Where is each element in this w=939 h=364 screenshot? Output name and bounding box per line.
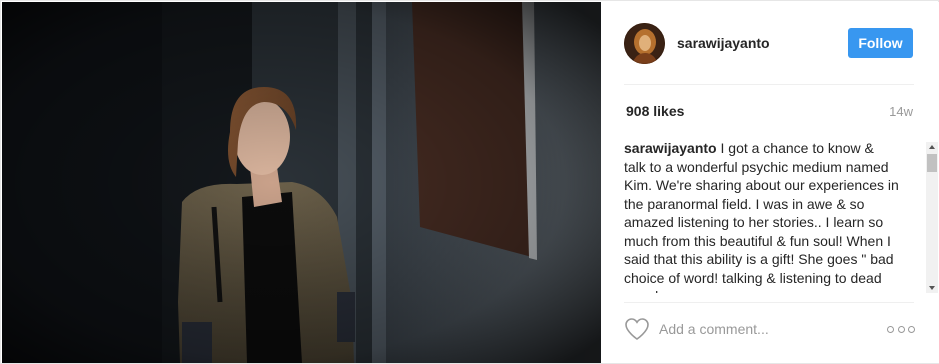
username-link[interactable]: sarawijayanto [677,35,770,51]
scroll-up-arrow-icon[interactable] [926,142,938,152]
scrollbar-thumb[interactable] [927,154,937,172]
add-comment-input[interactable] [659,318,879,340]
follow-button[interactable]: Follow [848,28,913,58]
avatar[interactable] [624,23,665,64]
ellipsis-icon[interactable] [887,320,915,338]
likes-count[interactable]: 908 likes [626,103,684,119]
caption-scroll-area[interactable]: sarawijayanto I got a chance to know & t… [624,139,939,293]
post-side-panel: sarawijayanto Follow 908 likes 14w saraw… [602,2,939,363]
heart-icon[interactable] [624,317,650,341]
header-divider [624,84,914,85]
post-age[interactable]: 14w [889,104,913,119]
footer-divider [624,302,914,303]
caption-username[interactable]: sarawijayanto [624,140,717,156]
post-footer [602,304,939,363]
post-photo[interactable] [2,2,601,363]
caption-text: I got a chance to know & talk to a wonde… [624,140,899,293]
caption-scrollbar[interactable] [926,142,938,293]
caption: sarawijayanto I got a chance to know & t… [624,139,899,293]
post-photo-image [2,2,601,363]
scroll-down-arrow-icon[interactable] [926,283,938,293]
post-header: sarawijayanto Follow [602,2,939,84]
instagram-post: sarawijayanto Follow 908 likes 14w saraw… [0,0,939,364]
